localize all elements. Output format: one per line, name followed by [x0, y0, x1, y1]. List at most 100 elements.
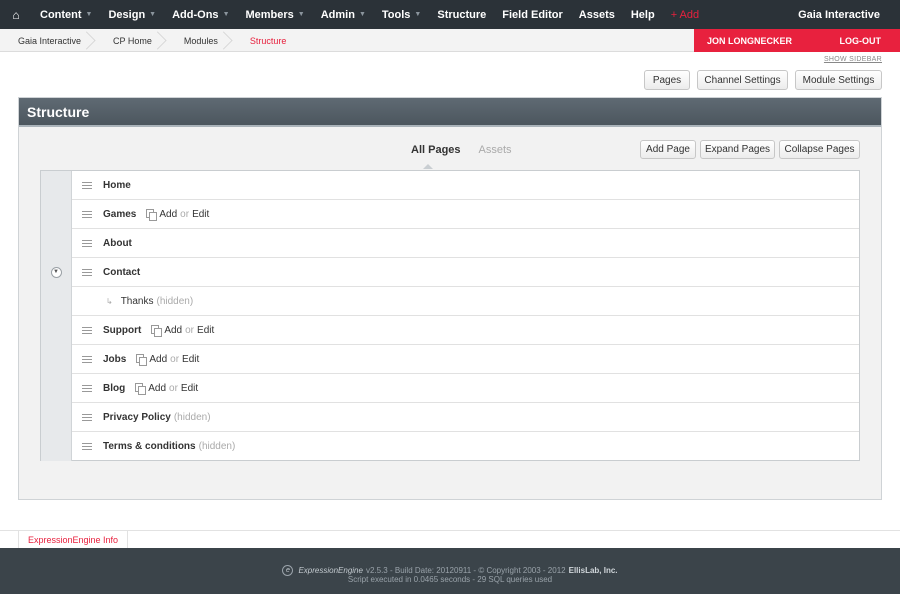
edit-listing-link[interactable]: Edit [182, 354, 199, 365]
nav-item-label: Structure [437, 8, 487, 21]
nav-item-design[interactable]: Design ▼ [100, 0, 164, 29]
add-child-link[interactable]: Add [148, 383, 166, 394]
nav-item-label: Admin [320, 8, 355, 21]
add-child-link[interactable]: Add [149, 354, 167, 365]
tab-assets[interactable]: Assets [470, 144, 521, 156]
drag-handle-line [82, 213, 92, 215]
footer: e ExpressionEngine v2.5.3 - Build Date: … [0, 548, 900, 594]
structure-panel: Structure All Pages Assets Add Page Expa… [18, 97, 882, 500]
row-gutter [41, 432, 72, 461]
drag-handle-line [82, 274, 92, 276]
drag-handle-line [82, 181, 92, 183]
nav-item-field-editor[interactable]: Field Editor [494, 0, 571, 29]
add-child-link[interactable]: Add [164, 325, 182, 336]
drag-handle-icon[interactable] [82, 181, 92, 189]
drag-handle-line [82, 216, 92, 218]
add-child-link[interactable]: Add [159, 209, 177, 220]
nav-item-assets[interactable]: Assets [571, 0, 623, 29]
or-separator: or [170, 353, 180, 365]
nav-add-button[interactable]: + Add [663, 0, 707, 29]
expressionengine-info-tab[interactable]: ExpressionEngine Info [18, 531, 129, 549]
collapse-pages-button[interactable]: Collapse Pages [779, 140, 860, 159]
page-title-link[interactable]: Thanks [121, 296, 154, 307]
drag-handle-icon[interactable] [82, 443, 92, 450]
add-page-button[interactable]: Add Page [640, 140, 696, 159]
pages-icon [135, 383, 147, 395]
page-title-link[interactable]: Privacy Policy [103, 412, 171, 423]
drag-handle-line [82, 358, 92, 360]
hidden-label: (hidden) [173, 411, 211, 423]
drag-handle-line [82, 413, 92, 415]
site-name[interactable]: Gaia Interactive [798, 0, 880, 29]
edit-listing-link[interactable]: Edit [181, 383, 198, 394]
nav-item-structure[interactable]: Structure [429, 0, 494, 29]
hidden-label: (hidden) [156, 295, 194, 307]
info-bar: ExpressionEngine Info [0, 530, 900, 549]
drag-handle-line [82, 326, 92, 328]
row-gutter [41, 170, 72, 200]
drag-handle-line [82, 384, 92, 386]
edit-listing-link[interactable]: Edit [192, 209, 209, 220]
edit-listing-link[interactable]: Edit [197, 325, 214, 336]
drag-handle-icon[interactable] [82, 268, 92, 276]
row-gutter: ▼ [41, 257, 72, 287]
page-row: Blog Add or Edit [41, 373, 859, 403]
drag-handle-line [82, 242, 92, 244]
chevron-down-icon: ▼ [358, 11, 366, 18]
username-link[interactable]: JON LONGNECKER [707, 36, 792, 46]
breadcrumb-item-modules[interactable]: Modules [166, 29, 232, 52]
row-gutter [41, 228, 72, 258]
module-settings-button[interactable]: Module Settings [795, 70, 882, 90]
nav-item-label: Add-Ons [172, 8, 219, 21]
drag-handle-line [82, 449, 92, 450]
nav-item-label: Members [245, 8, 294, 21]
expand-pages-button[interactable]: Expand Pages [700, 140, 775, 159]
tab-all-pages[interactable]: All Pages [402, 144, 470, 156]
footer-company: EllisLab, Inc. [568, 566, 618, 575]
breadcrumb-item-cp-home[interactable]: CP Home [95, 29, 166, 52]
nav-item-add-ons[interactable]: Add-Ons ▼ [164, 0, 237, 29]
collapse-toggle-icon[interactable]: ▼ [50, 266, 62, 278]
breadcrumb-item-gaia-interactive[interactable]: Gaia Interactive [0, 29, 95, 52]
page-title-link[interactable]: Support [103, 325, 141, 336]
logout-link[interactable]: LOG-OUT [840, 36, 882, 46]
page-title-link[interactable]: Terms & conditions [103, 441, 196, 452]
user-bar: JON LONGNECKER LOG-OUT [694, 29, 900, 52]
drag-handle-icon[interactable] [82, 413, 92, 421]
nav-item-members[interactable]: Members ▼ [238, 0, 313, 29]
nav-item-tools[interactable]: Tools ▼ [374, 0, 429, 29]
nav-item-label: Design [108, 8, 146, 21]
page-title-link[interactable]: Contact [103, 267, 140, 278]
nav-item-label: Assets [578, 8, 615, 21]
chevron-down-icon: ▼ [85, 11, 93, 18]
home-icon[interactable]: ⌂ [0, 0, 32, 29]
pages-button[interactable]: Pages [644, 70, 690, 90]
drag-handle-icon[interactable] [82, 355, 92, 363]
drag-handle-icon[interactable] [82, 384, 92, 392]
chevron-down-icon: ▼ [222, 11, 230, 18]
drag-handle-icon[interactable] [82, 326, 92, 334]
or-separator: or [185, 324, 195, 336]
page-title-link[interactable]: Home [103, 180, 131, 191]
drag-handle-icon[interactable] [82, 239, 92, 247]
page-row: About [41, 228, 859, 258]
page-row: Home [41, 170, 859, 200]
nav-item-help[interactable]: Help [623, 0, 663, 29]
row-gutter [41, 286, 72, 316]
page-title-link[interactable]: Blog [103, 383, 125, 394]
nav-item-admin[interactable]: Admin ▼ [313, 0, 374, 29]
or-separator: or [169, 382, 178, 394]
drag-handle-line [82, 387, 92, 389]
active-tab-indicator [423, 164, 433, 169]
nav-item-content[interactable]: Content ▼ [32, 0, 100, 29]
nav-item-label: Field Editor [502, 8, 563, 21]
drag-handle-line [82, 355, 92, 357]
drag-handle-icon[interactable] [82, 210, 92, 218]
page-title-link[interactable]: Games [103, 209, 136, 220]
page-title-link[interactable]: About [103, 238, 132, 249]
drag-handle-line [82, 416, 92, 418]
show-sidebar-link[interactable]: SHOW SIDEBAR [824, 56, 882, 63]
page-tree: Home Games Add or Edit About ▼ Contact ↳ Thanks (h… [40, 170, 860, 461]
channel-settings-button[interactable]: Channel Settings [697, 70, 788, 90]
page-title-link[interactable]: Jobs [103, 354, 126, 365]
